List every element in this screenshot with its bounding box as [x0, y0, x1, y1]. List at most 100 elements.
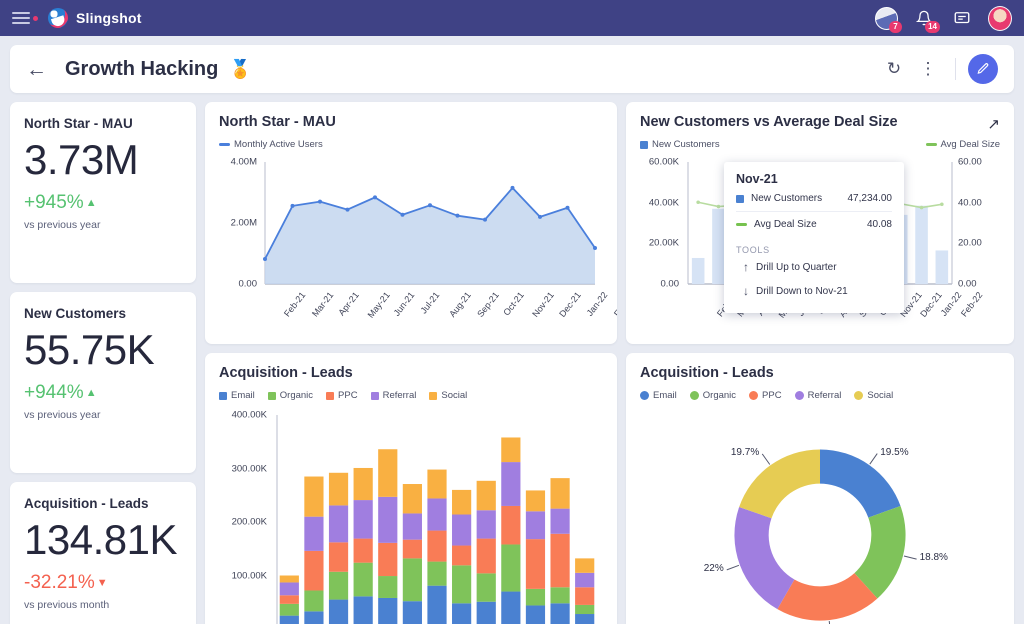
tooltip-series-value: 47,234.00	[848, 193, 893, 204]
chart-card-new-customers-vs-deal-size[interactable]: New Customers vs Average Deal Size ↗ New…	[626, 102, 1014, 344]
menu-notification-dot-icon	[33, 16, 38, 21]
legend-label: PPC	[338, 390, 358, 401]
legend-swatch-icon	[640, 391, 649, 400]
legend-swatch-icon	[926, 143, 937, 146]
chart-legend: Email Organic PPC Referral Social	[640, 390, 1000, 401]
legend-swatch-icon	[219, 392, 227, 400]
kpi-subtitle: vs previous year	[24, 219, 182, 231]
chart-legend: New Customers Avg Deal Size	[640, 139, 1000, 150]
chart-legend: Email Organic PPC Referral Social	[219, 390, 603, 401]
app-header: Slingshot 7 14	[0, 0, 1024, 36]
dashboard-grid: North Star - MAU 3.73M +945% ▲ vs previo…	[0, 93, 1024, 624]
legend-item-organic[interactable]: Organic	[690, 390, 736, 401]
kpi-delta-value: +945%	[24, 192, 84, 214]
edit-button[interactable]	[968, 54, 998, 84]
donut-slice-label: 22%	[704, 563, 724, 574]
tooltip-tools-label: TOOLS	[736, 245, 892, 255]
page-toolbar: ← Growth Hacking 🏅 ↻ ⋮	[10, 45, 1014, 93]
legend-swatch-icon	[219, 143, 230, 146]
workspace-badge: 7	[889, 21, 902, 33]
chart-tick-label: 20.00K	[640, 238, 679, 249]
tooltip-action-label: Drill Up to Quarter	[756, 262, 837, 273]
arrow-up-icon: ↑	[736, 260, 756, 274]
chart-title: New Customers vs Average Deal Size	[640, 114, 1000, 130]
legend-label: Email	[231, 390, 255, 401]
legend-label: Social	[867, 390, 893, 401]
chart-tick-label: 40.00	[958, 197, 998, 208]
legend-item-new-customers[interactable]: New Customers	[640, 139, 720, 150]
user-avatar-button[interactable]	[988, 6, 1012, 30]
chart-tick-label: 0.00	[958, 279, 998, 290]
chart-card-north-star-mau[interactable]: North Star - MAU Monthly Active Users 0.…	[205, 102, 617, 344]
legend-label: Organic	[703, 390, 736, 401]
kpi-subtitle: vs previous year	[24, 409, 182, 421]
refresh-button[interactable]: ↻	[879, 54, 909, 84]
back-button[interactable]: ←	[26, 59, 47, 80]
chart-card-acquisition-leads-bar[interactable]: Acquisition - Leads EmailOrganicPPCRefer…	[205, 353, 617, 624]
tooltip-action-drill-down[interactable]: ↓ Drill Down to Nov-21	[736, 279, 892, 303]
chart-tick-label: 0.00	[640, 279, 679, 290]
chart-card-acquisition-leads-donut[interactable]: Acquisition - Leads EmailOrganicPPCRefer…	[626, 353, 1014, 624]
chart-plot-area: 0.002.00M4.00MFeb-21Mar-21Apr-21May-21Ju…	[219, 156, 603, 336]
slingshot-logo-icon	[48, 8, 68, 28]
chart-svg	[219, 407, 603, 624]
legend-item-monthly-active-users[interactable]: Monthly Active Users	[219, 139, 323, 150]
tooltip-action-label: Drill Down to Nov-21	[756, 286, 848, 297]
legend-label: Email	[653, 390, 677, 401]
legend-swatch-icon	[268, 392, 276, 400]
legend-item-organic[interactable]: Organic	[268, 390, 313, 401]
legend-label: New Customers	[652, 139, 720, 150]
legend-item-referral[interactable]: Referral	[371, 390, 417, 401]
kpi-subtitle: vs previous month	[24, 599, 182, 611]
tooltip-row-avg-deal-size: Avg Deal Size 40.08	[736, 212, 892, 237]
expand-icon[interactable]: ↗	[987, 115, 1000, 133]
workspace-avatar-button[interactable]: 7	[874, 6, 898, 30]
legend-item-avg-deal-size[interactable]: Avg Deal Size	[926, 139, 1001, 150]
chart-tick-label: 400.00K	[219, 410, 267, 421]
chart-tick-label: 2.00M	[219, 218, 257, 229]
tooltip-title: Nov-21	[736, 172, 892, 186]
kpi-card-new-customers[interactable]: New Customers 55.75K +944% ▲ vs previous…	[10, 292, 196, 473]
chart-tick-label: 60.00K	[640, 157, 679, 168]
donut-slice-label: 19.5%	[880, 447, 908, 458]
donut-slice-label: 18.8%	[920, 552, 948, 563]
page-title: Growth Hacking	[65, 58, 218, 81]
bell-badge: 14	[925, 21, 940, 33]
chart-tick-label: 60.00	[958, 157, 998, 168]
kpi-card-acquisition-leads[interactable]: Acquisition - Leads 134.81K -32.21% ▼ vs…	[10, 482, 196, 624]
tooltip-row-new-customers: New Customers 47,234.00	[736, 186, 892, 211]
kpi-value: 55.75K	[24, 329, 182, 371]
legend-item-social[interactable]: Social	[854, 390, 893, 401]
legend-item-social[interactable]: Social	[429, 390, 467, 401]
kpi-delta-value: +944%	[24, 382, 84, 404]
legend-item-email[interactable]: Email	[640, 390, 677, 401]
chart-title: North Star - MAU	[219, 114, 603, 130]
tooltip-swatch-icon	[736, 223, 747, 226]
notifications-button[interactable]: 14	[912, 6, 936, 30]
kpi-card-north-star-mau[interactable]: North Star - MAU 3.73M +945% ▲ vs previo…	[10, 102, 196, 283]
legend-swatch-icon	[640, 141, 648, 149]
tooltip-action-drill-up[interactable]: ↑ Drill Up to Quarter	[736, 255, 892, 279]
legend-item-ppc[interactable]: PPC	[326, 390, 358, 401]
legend-swatch-icon	[429, 392, 437, 400]
legend-item-ppc[interactable]: PPC	[749, 390, 782, 401]
legend-swatch-icon	[690, 391, 699, 400]
more-options-button[interactable]: ⋮	[913, 54, 943, 84]
chart-legend: Monthly Active Users	[219, 139, 603, 150]
medal-icon: 🏅	[229, 60, 251, 78]
legend-label: Monthly Active Users	[234, 139, 323, 150]
toolbar-divider	[955, 58, 956, 80]
legend-item-email[interactable]: Email	[219, 390, 255, 401]
legend-swatch-icon	[326, 392, 334, 400]
legend-label: PPC	[762, 390, 782, 401]
kpi-title: New Customers	[24, 306, 182, 321]
chart-tick-label: 0.00	[219, 279, 257, 290]
chart-plot-area: 19.5%18.8%20%22%19.7%	[640, 407, 1000, 624]
legend-swatch-icon	[854, 391, 863, 400]
messages-button[interactable]	[950, 6, 974, 30]
legend-item-referral[interactable]: Referral	[795, 390, 842, 401]
hamburger-menu-icon[interactable]	[12, 12, 30, 24]
kpi-delta: +945% ▲	[24, 192, 182, 214]
kpi-value: 3.73M	[24, 139, 182, 181]
app-header-actions: 7 14	[874, 6, 1012, 30]
